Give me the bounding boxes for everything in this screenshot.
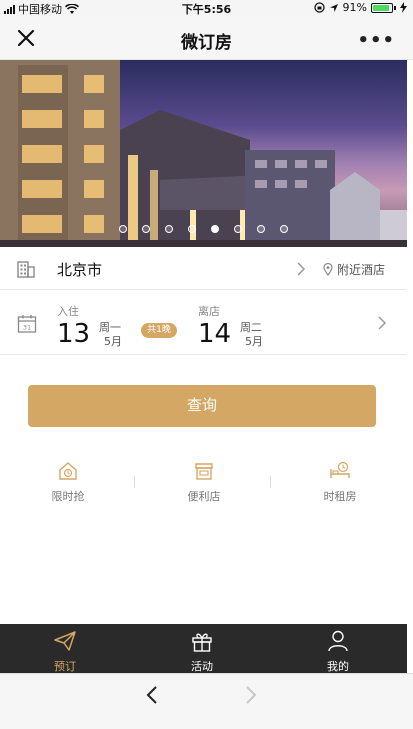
calendar-icon: 31 xyxy=(17,315,37,333)
browser-toolbar xyxy=(0,673,413,729)
tab-booking[interactable]: 预订 xyxy=(35,630,95,674)
checkout-label: 离店 xyxy=(198,305,220,318)
carousel-indicator[interactable] xyxy=(0,225,407,233)
quick-link-convenience-store[interactable]: 便利店 xyxy=(136,460,272,504)
chevron-right-icon[interactable] xyxy=(377,315,387,331)
battery-icon xyxy=(371,2,396,13)
checkin-month: 5月 xyxy=(104,335,122,348)
quick-links: 限时抢 便利店 时租房 xyxy=(0,460,407,506)
nearby-hotels-label: 附近酒店 xyxy=(336,263,385,277)
person-icon xyxy=(328,630,348,652)
hotel-building-image xyxy=(0,60,407,247)
lock-rotation-icon xyxy=(313,2,325,13)
battery-percent: 91% xyxy=(342,1,367,14)
tab-label: 预订 xyxy=(54,660,76,673)
divider xyxy=(270,476,271,488)
svg-text:31: 31 xyxy=(23,324,31,332)
location-pin-icon xyxy=(323,263,333,276)
divider xyxy=(134,476,135,488)
checkin-day[interactable]: 13 xyxy=(57,319,90,349)
carousel-dot[interactable] xyxy=(211,225,219,233)
page-edge xyxy=(407,60,413,673)
carousel-dot[interactable] xyxy=(142,225,150,233)
quick-link-hourly-room[interactable]: 时租房 xyxy=(272,460,408,504)
chevron-right-icon[interactable] xyxy=(296,261,306,277)
checkout-month: 5月 xyxy=(245,335,263,348)
tab-label: 我的 xyxy=(327,660,349,673)
app-screen: 中国移动 下午5:56 91% 微订房 ••• 北京市 附近酒店 31 入住 1… xyxy=(0,0,413,729)
nearby-hotels-link[interactable]: 附近酒店 xyxy=(323,261,385,278)
more-options-button[interactable]: ••• xyxy=(357,30,395,51)
quick-link-flash-sale[interactable]: 限时抢 xyxy=(0,460,136,504)
building-icon xyxy=(17,261,35,278)
bottom-tab-bar: 预订 活动 我的 xyxy=(0,624,407,673)
carousel-dot[interactable] xyxy=(280,225,288,233)
forward-arrow-icon[interactable] xyxy=(244,684,258,706)
carousel-dot[interactable] xyxy=(119,225,127,233)
tab-profile[interactable]: 我的 xyxy=(308,630,368,674)
nav-bar: 微订房 ••• xyxy=(0,16,413,60)
back-arrow-icon[interactable] xyxy=(145,684,159,706)
page-title: 微订房 xyxy=(181,33,232,53)
quick-link-label: 时租房 xyxy=(323,490,357,503)
hotel-banner-carousel[interactable] xyxy=(0,60,407,247)
date-range-row[interactable]: 31 入住 13 周一 5月 共1晚 离店 14 周二 5月 xyxy=(0,291,407,355)
checkin-label: 入住 xyxy=(57,305,79,318)
house-clock-icon xyxy=(59,462,77,480)
location-arrow-icon xyxy=(329,3,338,12)
city-name[interactable]: 北京市 xyxy=(57,259,102,280)
tab-label: 活动 xyxy=(191,660,213,673)
carousel-dot[interactable] xyxy=(234,225,242,233)
quick-link-label: 限时抢 xyxy=(51,490,85,503)
status-right: 91% xyxy=(313,1,407,14)
carousel-dot[interactable] xyxy=(257,225,265,233)
location-row[interactable]: 北京市 附近酒店 xyxy=(0,248,407,290)
status-bar: 中国移动 下午5:56 91% xyxy=(0,0,413,16)
nights-badge: 共1晚 xyxy=(141,323,177,338)
paper-plane-icon xyxy=(54,631,76,651)
carousel-dot[interactable] xyxy=(188,225,196,233)
checkout-day[interactable]: 14 xyxy=(198,319,231,349)
bed-clock-icon xyxy=(330,461,350,478)
search-button[interactable]: 查询 xyxy=(28,385,376,427)
charging-icon xyxy=(400,2,407,13)
tab-activities[interactable]: 活动 xyxy=(172,630,232,674)
gift-icon xyxy=(192,633,212,652)
carousel-dot[interactable] xyxy=(165,225,173,233)
quick-link-label: 便利店 xyxy=(187,490,221,503)
store-icon xyxy=(195,463,213,480)
